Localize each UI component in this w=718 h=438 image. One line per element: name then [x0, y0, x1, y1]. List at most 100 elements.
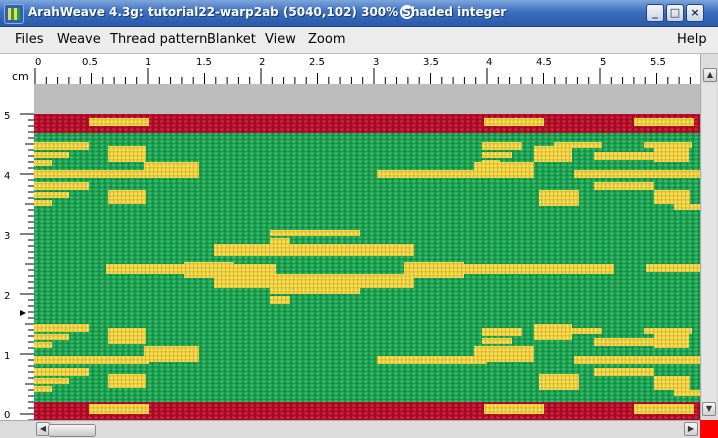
title-bar[interactable]: ArahWeave 4.3g: tutorial22-warp2ab (5040… — [0, 0, 718, 27]
yellow-motif-block — [674, 204, 700, 210]
yellow-motif-block — [574, 356, 700, 364]
yellow-motif-block — [34, 160, 52, 166]
yellow-motif-block — [474, 162, 534, 178]
arrow-down-icon[interactable]: ▼ — [702, 402, 716, 416]
yellow-motif-block — [654, 146, 689, 162]
horizontal-scrollbar[interactable] — [34, 420, 700, 438]
ruler-x-label: 4 — [486, 57, 492, 68]
maximize-icon[interactable]: □ — [666, 4, 684, 22]
yellow-motif-block — [539, 374, 579, 390]
yellow-motif-block — [654, 376, 690, 390]
ruler-y-label: 2 — [4, 291, 10, 302]
yellow-motif-block — [89, 404, 149, 414]
minimize-icon[interactable]: _ — [646, 4, 664, 22]
close-icon[interactable]: × — [686, 4, 704, 22]
yellow-motif-block — [474, 346, 534, 362]
yellow-motif-block — [34, 182, 89, 190]
yellow-motif-block — [674, 390, 700, 396]
yellow-motif-block — [34, 386, 52, 392]
position-marker-icon — [20, 310, 26, 316]
yellow-motif-block — [554, 328, 602, 334]
scrollbar-corner-left — [0, 420, 34, 438]
menu-zoom[interactable]: Zoom — [308, 32, 345, 47]
yellow-motif-block — [34, 170, 149, 178]
menu-blanket[interactable]: Blanket — [207, 32, 256, 47]
window-title: ArahWeave 4.3g: tutorial22-warp2ab (5040… — [28, 5, 507, 19]
yellow-motif-block — [270, 230, 360, 236]
yellow-motif-block — [214, 274, 414, 288]
yellow-motif-block — [654, 190, 690, 204]
yellow-motif-block — [634, 404, 694, 414]
ruler-x-label: 0 — [35, 57, 41, 68]
yellow-motif-block — [34, 142, 89, 150]
weave-app-icon[interactable] — [4, 4, 24, 24]
yellow-motif-block — [34, 378, 69, 384]
menu-view[interactable]: View — [265, 32, 296, 47]
yellow-motif-block — [594, 182, 654, 190]
yellow-motif-block — [34, 192, 69, 198]
yellow-motif-block — [184, 262, 234, 278]
yellow-motif-block — [270, 296, 290, 304]
arrow-right-icon[interactable]: ▶ — [684, 422, 698, 436]
ruler-x-label: 3 — [373, 57, 379, 68]
arrow-up-icon[interactable]: ▲ — [703, 68, 717, 82]
yellow-motif-block — [34, 152, 69, 158]
yellow-motif-block — [482, 142, 522, 150]
yellow-motif-block — [270, 288, 360, 294]
ruler-unit-label: cm — [12, 70, 29, 83]
menu-files[interactable]: Files — [15, 32, 44, 47]
menu-bar: Files Weave Thread pattern Blanket View … — [0, 27, 718, 54]
yellow-motif-block — [646, 264, 700, 272]
ruler-x-label: 0.5 — [82, 57, 98, 68]
yellow-motif-block — [484, 118, 544, 126]
yellow-motif-block — [482, 338, 512, 344]
yellow-motif-block — [89, 118, 149, 126]
menu-help[interactable]: Help — [677, 32, 707, 47]
arahweave-window: ArahWeave 4.3g: tutorial22-warp2ab (5040… — [0, 0, 718, 438]
ruler-y-label: 3 — [4, 231, 10, 242]
vertical-ruler: 5 4 3 2 1 0 — [0, 84, 35, 420]
yellow-motif-block — [108, 374, 146, 388]
yellow-motif-block — [34, 334, 69, 340]
yellow-motif-block — [539, 190, 579, 206]
menu-weave[interactable]: Weave — [57, 32, 101, 47]
yellow-motif-block — [634, 118, 694, 126]
yellow-motif-block — [108, 328, 146, 344]
ruler-y-label: 4 — [4, 171, 10, 182]
yellow-motif-block — [34, 368, 89, 376]
ruler-x-label: 2.5 — [309, 57, 325, 68]
fabric-simulation-canvas[interactable] — [34, 84, 700, 420]
yellow-motif-block — [144, 162, 199, 178]
yellow-motif-block — [377, 170, 487, 178]
yellow-motif-block — [144, 346, 199, 362]
swirl-icon — [400, 5, 414, 19]
yellow-motif-block — [34, 356, 149, 364]
ruler-y-label: 0 — [4, 410, 10, 420]
yellow-motif-block — [108, 146, 146, 162]
yellow-motif-block — [484, 404, 544, 414]
ruler-x-label: 3.5 — [423, 57, 439, 68]
ruler-x-label: 2 — [259, 57, 265, 68]
ruler-x-label: 5 — [600, 57, 606, 68]
yellow-motif-block — [34, 324, 89, 332]
yellow-motif-block — [108, 190, 146, 204]
vertical-scroll-track[interactable] — [702, 84, 716, 402]
yellow-motif-block — [482, 152, 512, 158]
yellow-motif-block — [654, 332, 689, 348]
ruler-x-label: 1 — [145, 57, 151, 68]
horizontal-scroll-thumb[interactable] — [48, 424, 96, 437]
horizontal-ruler: 0 0.5 1 1.5 2 2.5 3 3.5 4 4.5 5 5.5 — [34, 54, 700, 85]
yellow-motif-block — [482, 328, 522, 336]
ruler-x-label: 1.5 — [196, 57, 212, 68]
menu-thread-pattern[interactable]: Thread pattern — [110, 32, 207, 47]
yellow-motif-block — [574, 170, 700, 178]
ruler-corner: cm — [0, 54, 34, 84]
ruler-x-label: 4.5 — [536, 57, 552, 68]
yellow-motif-block — [404, 262, 464, 278]
ruler-x-label: 5.5 — [650, 57, 666, 68]
yellow-motif-block — [377, 356, 487, 364]
ruler-y-label: 5 — [4, 111, 10, 122]
ruler-y-label: 1 — [4, 351, 10, 362]
yellow-motif-block — [34, 342, 52, 348]
yellow-motif-block — [594, 368, 654, 376]
